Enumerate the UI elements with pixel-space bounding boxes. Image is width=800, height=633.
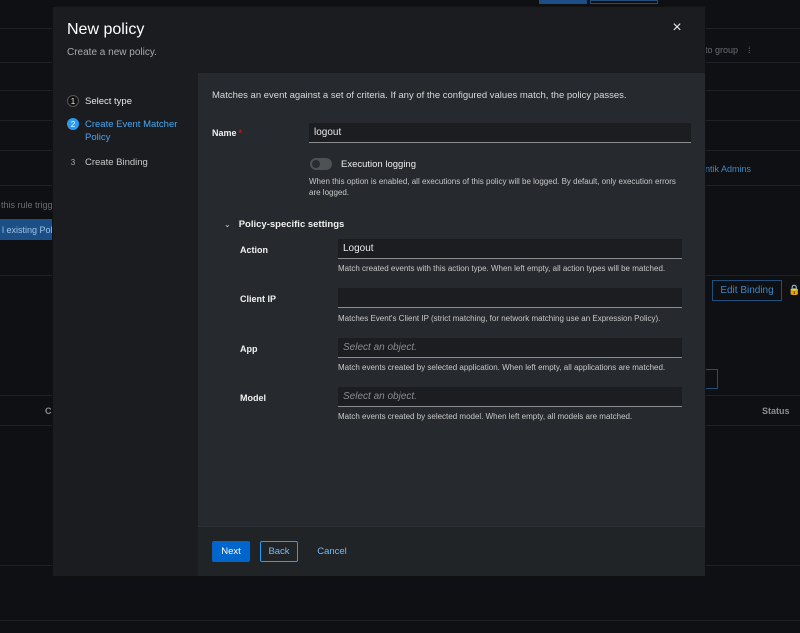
wizard-step-select-type[interactable]: 1 Select type [67, 95, 132, 108]
next-button[interactable]: Next [212, 541, 250, 562]
close-icon[interactable]: × [669, 20, 685, 36]
bg-edit-binding-button: Edit Binding [712, 280, 782, 301]
bg-text: this rule trigg [1, 200, 53, 210]
client-ip-input[interactable] [338, 288, 682, 308]
step-number: 1 [67, 95, 79, 107]
chevron-down-icon: ⌄ [224, 220, 231, 229]
name-input[interactable]: logout [309, 123, 691, 143]
action-label: Action [240, 245, 268, 255]
wizard-step-create-policy[interactable]: 2 Create Event Matcher Policy [67, 118, 185, 144]
modal-subtitle: Create a new policy. [67, 47, 157, 58]
execution-logging-toggle[interactable] [310, 158, 332, 170]
lock-icon: 🔒 [788, 285, 800, 296]
wizard-step-create-binding[interactable]: 3 Create Binding [67, 156, 148, 169]
modal-footer: Next Back Cancel [198, 526, 705, 576]
step-label: Create Event Matcher Policy [85, 119, 178, 143]
bg-column-header: Status [762, 406, 790, 416]
wizard-body: Matches an event against a set of criter… [198, 73, 705, 526]
bg-button-edge [705, 369, 718, 389]
wizard-steps-nav: 1 Select type 2 Create Event Matcher Pol… [53, 73, 198, 576]
execution-logging-helper: When this option is enabled, all executi… [309, 177, 676, 197]
bg-column-header: to group [705, 45, 739, 55]
toggle-knob [312, 160, 320, 168]
model-label: Model [240, 393, 266, 403]
bg-column-header: C [45, 406, 52, 416]
required-mark: * [238, 128, 243, 138]
section-title: Policy-specific settings [238, 219, 345, 230]
modal-header: New policy Create a new policy. × [53, 7, 705, 73]
action-input[interactable]: Logout [338, 239, 682, 259]
step-number: 2 [67, 118, 79, 130]
policy-settings-section-toggle[interactable]: ⌄ Policy-specific settings [224, 219, 344, 230]
modal-title: New policy [67, 21, 145, 38]
bg-group-link: ntik Admins [705, 164, 752, 174]
execution-logging-label: Execution logging [341, 159, 416, 170]
back-button[interactable]: Back [260, 541, 298, 562]
new-policy-modal: New policy Create a new policy. × 1 Sele… [53, 7, 705, 576]
bg-column-separator: ⁞ [748, 45, 751, 55]
action-helper: Match created events with this action ty… [338, 264, 666, 273]
bg-button-edge [590, 0, 658, 4]
app-helper: Match events created by selected applica… [338, 363, 666, 372]
step-number: 3 [70, 157, 76, 167]
bg-add-existing-policy-button: l existing Pol [0, 219, 53, 240]
app-select[interactable]: Select an object. [338, 338, 682, 358]
client-ip-label: Client IP [240, 294, 277, 304]
app-label: App [240, 344, 258, 354]
model-select[interactable]: Select an object. [338, 387, 682, 407]
model-helper: Match events created by selected model. … [338, 412, 633, 421]
step-label: Create Binding [85, 157, 148, 168]
policy-description: Matches an event against a set of criter… [212, 90, 627, 101]
bg-blue-edge [539, 0, 587, 4]
cancel-button[interactable]: Cancel [310, 541, 354, 562]
client-ip-helper: Matches Event's Client IP (strict matchi… [338, 314, 661, 323]
bg-divider [0, 620, 800, 621]
step-label: Select type [85, 96, 132, 107]
name-label: Name * [212, 128, 243, 138]
